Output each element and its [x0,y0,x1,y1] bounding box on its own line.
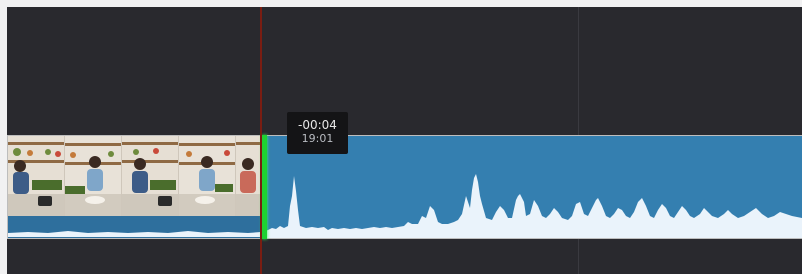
trim-offset-label: -00:04 [298,118,337,132]
timeline-panel[interactable]: -00:04 19:01 [7,7,802,274]
clip-thumbnail [179,136,236,216]
clip-thumbnail [236,136,261,216]
trim-tooltip: -00:04 19:01 [287,112,348,154]
playhead[interactable] [260,7,262,274]
clip-thumbnails [8,136,261,216]
video-clip[interactable] [7,135,262,239]
clip-thumbnail [8,136,65,216]
clip-thumbnail [65,136,122,216]
clip-thumbnail [122,136,179,216]
clip-duration-label: 19:01 [301,132,334,145]
trim-edge-handle[interactable] [262,135,267,239]
clip-audio-waveform [8,216,261,238]
